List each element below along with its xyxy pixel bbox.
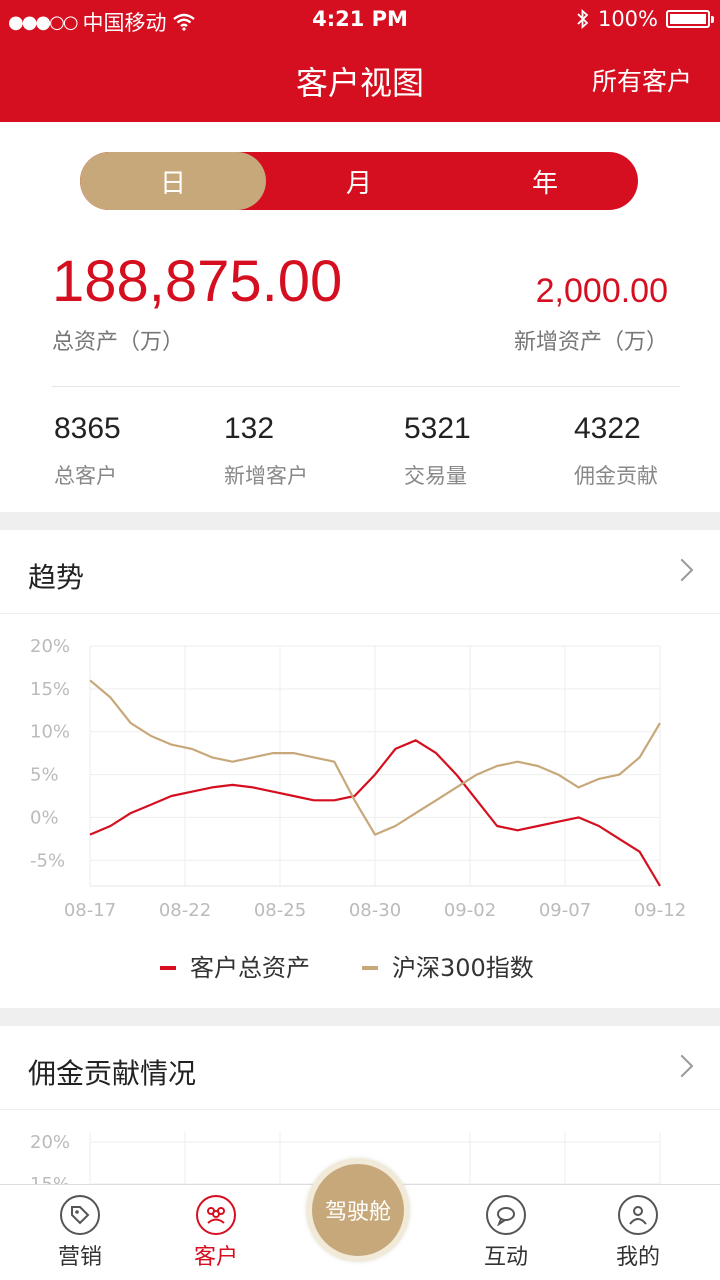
- status-bar: ●●●○○ 中国移动 4:21 PM 100%: [0, 0, 720, 40]
- chevron-right-icon: [670, 1054, 694, 1078]
- x-tick-label: 09-07: [539, 900, 591, 921]
- y-tick-label: -5%: [30, 850, 65, 871]
- new-assets-value: 2,000.00: [535, 272, 668, 310]
- segment-month[interactable]: 月: [266, 152, 452, 210]
- stat-label: 交易量: [404, 464, 467, 488]
- stat-value: 4322: [574, 412, 641, 445]
- nav-item-mine[interactable]: 我的: [588, 1195, 688, 1271]
- segment-year[interactable]: 年: [452, 152, 638, 210]
- nav-label: 互动: [483, 1245, 528, 1270]
- segment-day[interactable]: 日: [80, 152, 266, 210]
- x-tick-label: 08-25: [254, 900, 306, 921]
- trend-header[interactable]: 趋势: [0, 530, 720, 614]
- stat-new-customers[interactable]: 132 新增客户: [224, 412, 308, 490]
- new-assets-label: 新增资产（万）: [513, 330, 668, 355]
- stat-value: 5321: [404, 412, 471, 445]
- chat-icon: [486, 1195, 526, 1235]
- battery-percent: 100%: [597, 7, 658, 31]
- total-assets-value: 188,875.00: [52, 249, 343, 314]
- chevron-right-icon: [670, 558, 694, 582]
- cockpit-button[interactable]: 驾驶舱: [306, 1158, 410, 1262]
- commission-title: 佣金贡献情况: [28, 1057, 197, 1090]
- legend-label: 沪深300指数: [392, 954, 534, 982]
- y-tick-label: 10%: [30, 722, 70, 743]
- stat-label: 总客户: [54, 464, 117, 488]
- trend-chart: 20% 15% 10% 5% 0% -5% 08-17 08-22 08-25 08-30 09-0…: [30, 636, 686, 982]
- divider: [52, 386, 680, 387]
- bluetooth-icon: [577, 9, 589, 29]
- top-bar: ●●●○○ 中国移动 4:21 PM 100% 客户视图 所有客户: [0, 0, 720, 122]
- nav-label: 客户: [193, 1245, 238, 1270]
- period-segmented-control: 日 月 年: [80, 152, 638, 210]
- summary-card: 日 月 年 188,875.00 总资产（万） 2,000.00 新增资产（万）…: [0, 122, 720, 512]
- commission-header[interactable]: 佣金贡献情况: [0, 1026, 720, 1110]
- trend-card: 趋势 20% 15% 10% 5% 0% -5% 08-17 08-22 08-25 08-30 0…: [0, 530, 720, 1008]
- battery-icon: [666, 10, 714, 28]
- user-icon: [618, 1195, 658, 1235]
- total-assets-label: 总资产（万）: [52, 330, 185, 355]
- x-tick-label: 09-12: [634, 900, 686, 921]
- y-tick-label: 0%: [30, 807, 59, 828]
- x-tick-label: 08-22: [159, 900, 211, 921]
- stats-row: 8365 总客户 132 新增客户 5321 交易量 4322 佣金贡献: [0, 412, 720, 492]
- x-tick-label: 09-02: [444, 900, 496, 921]
- stat-total-customers[interactable]: 8365 总客户: [54, 412, 121, 490]
- x-tick-label: 08-17: [64, 900, 116, 921]
- stat-label: 新增客户: [224, 464, 308, 488]
- y-tick-label: 20%: [30, 1132, 70, 1153]
- status-right: 100%: [576, 7, 714, 31]
- nav-label: 营销: [57, 1245, 102, 1270]
- nav-label: 我的: [615, 1245, 660, 1270]
- customer-icon: [196, 1195, 236, 1235]
- nav-item-customer[interactable]: 客户: [166, 1195, 266, 1271]
- trend-title: 趋势: [28, 561, 85, 594]
- nav-item-marketing[interactable]: 营销: [30, 1195, 130, 1271]
- y-tick-label: 15%: [30, 679, 70, 700]
- x-tick-label: 08-30: [349, 900, 401, 921]
- all-customers-button[interactable]: 所有客户: [592, 62, 692, 98]
- y-tick-label: 20%: [30, 636, 70, 657]
- stat-value: 8365: [54, 412, 121, 445]
- stat-value: 132: [224, 412, 275, 445]
- stat-commission[interactable]: 4322 佣金贡献: [574, 412, 658, 490]
- legend-label: 客户总资产: [190, 954, 310, 982]
- nav-item-interaction[interactable]: 互动: [456, 1195, 556, 1271]
- stat-label: 佣金贡献: [574, 464, 658, 488]
- y-tick-label: 5%: [30, 765, 59, 786]
- tag-icon: [60, 1195, 100, 1235]
- stat-trade-volume[interactable]: 5321 交易量: [404, 412, 471, 490]
